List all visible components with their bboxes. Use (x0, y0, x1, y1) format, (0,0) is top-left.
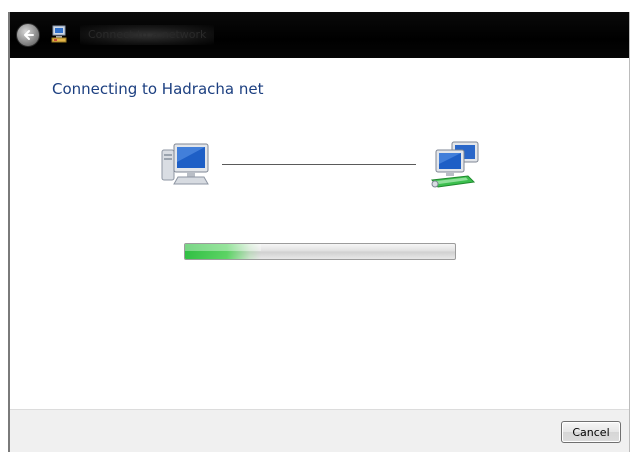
network-connect-icon (51, 25, 67, 43)
back-arrow-icon (24, 30, 34, 40)
connect-network-dialog: Connect to a network Connecting to Hadra… (8, 12, 630, 452)
page-title: Connecting to Hadracha net (52, 80, 264, 98)
window-title: Connect to a network (80, 25, 215, 45)
network-icon (431, 141, 479, 188)
computer-icon (161, 143, 209, 185)
back-button[interactable] (16, 23, 40, 47)
dialog-footer: Cancel (10, 409, 629, 452)
screen: Connect to a network Connecting to Hadra… (0, 0, 634, 454)
cancel-button[interactable]: Cancel (561, 421, 621, 443)
connection-progress-bar (184, 243, 456, 260)
title-bar: Connect to a network (10, 12, 629, 58)
progress-fill (185, 244, 261, 259)
connection-line (222, 164, 416, 165)
